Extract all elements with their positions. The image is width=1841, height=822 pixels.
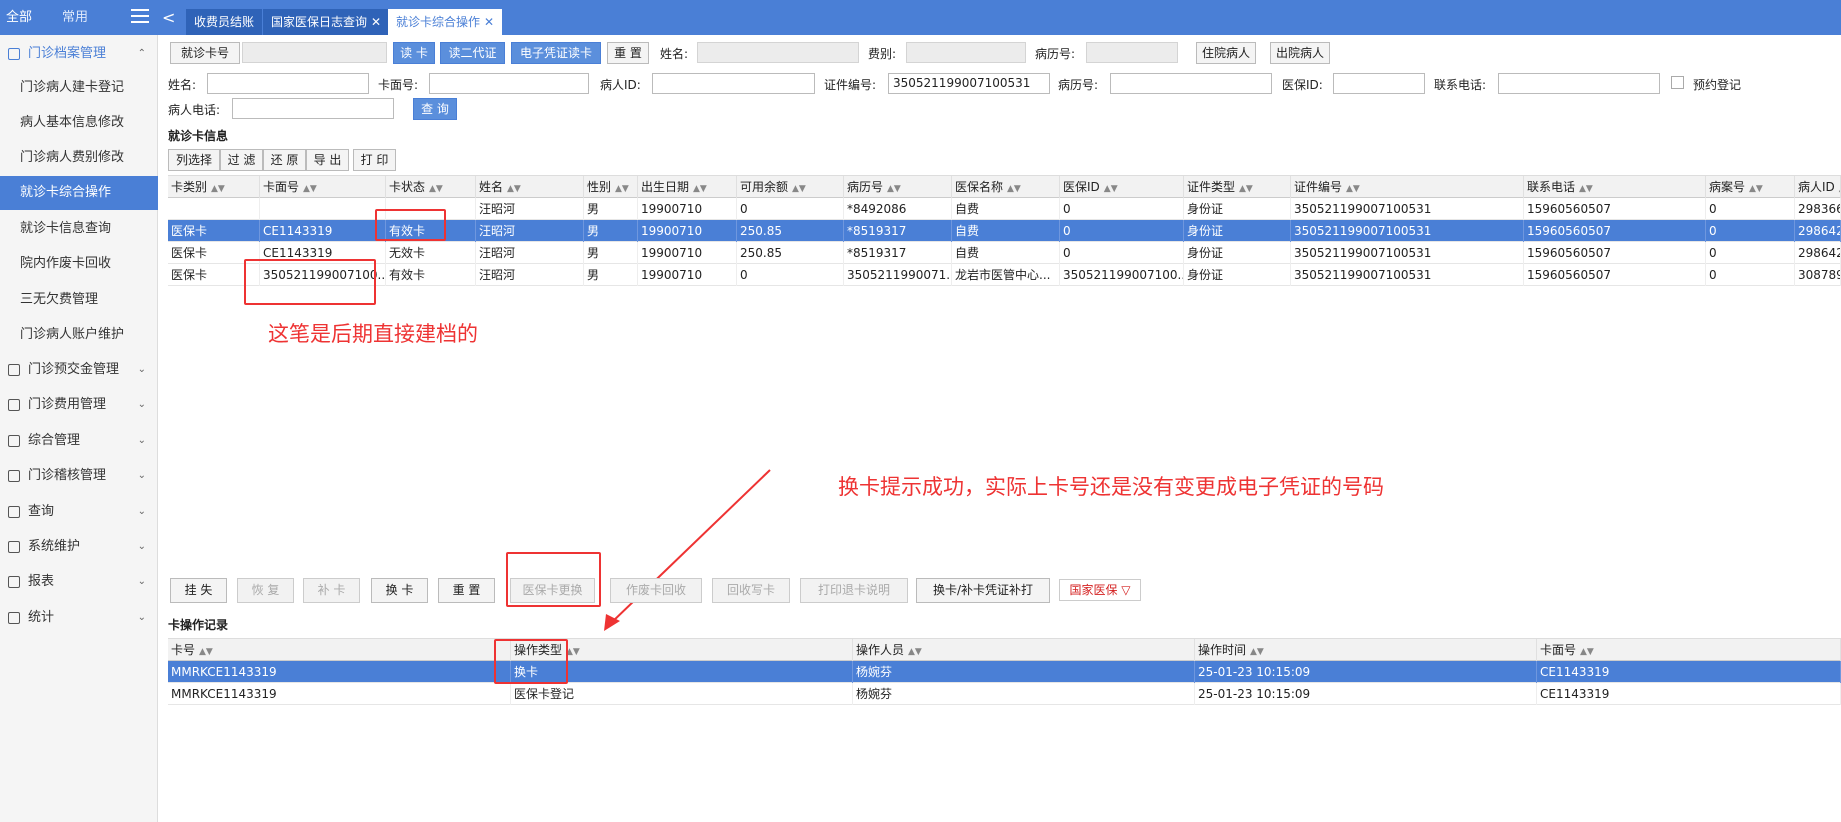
table-cell: MMRKCE1143319	[168, 661, 511, 683]
table-cell: 医保卡登记	[511, 683, 853, 705]
table-cell: CE1143319	[1537, 683, 1841, 705]
column-header[interactable]: 卡号 ▲▼	[168, 639, 511, 661]
action-button[interactable]: 重 置	[438, 578, 495, 603]
table-cell: 25-01-23 10:15:09	[1195, 661, 1537, 683]
table-cell: 25-01-23 10:15:09	[1195, 683, 1537, 705]
sort-icon[interactable]: ▲▼	[566, 647, 580, 657]
annotation-box-op-type	[494, 639, 568, 684]
action-button: 补 卡	[303, 578, 360, 603]
action-button: 打印退卡说明	[800, 578, 908, 603]
chevron-down-icon: ▽	[1121, 583, 1131, 597]
sort-icon[interactable]: ▲▼	[908, 647, 922, 657]
table-cell: MMRKCE1143319	[168, 683, 511, 705]
action-button: 恢 复	[237, 578, 294, 603]
dropdown-label: 国家医保	[1069, 583, 1118, 597]
action-button[interactable]: 挂 失	[170, 578, 227, 603]
table-cell: 杨婉芬	[853, 683, 1195, 705]
table-cell: CE1143319	[1537, 661, 1841, 683]
table-cell: 杨婉芬	[853, 661, 1195, 683]
column-header-label: 卡号	[171, 643, 196, 657]
action-button: 回收写卡	[712, 578, 790, 603]
sort-icon[interactable]: ▲▼	[1250, 647, 1264, 657]
column-header[interactable]: 操作人员 ▲▼	[853, 639, 1195, 661]
sort-icon[interactable]: ▲▼	[199, 647, 213, 657]
table-row[interactable]: MMRKCE1143319 医保卡登记 杨婉芬 25-01-23 10:15:09 CE…	[168, 683, 1841, 705]
sort-icon[interactable]: ▲▼	[1580, 647, 1594, 657]
card-ops-title: 卡操作记录	[168, 618, 229, 632]
action-button[interactable]: 换卡/补卡凭证补打	[916, 578, 1050, 603]
app-window: 全部 常用 < 收费员结账 国家医保日志查询 ✕ 就诊卡综合操作 ✕ 门诊档案管理 ⌃…	[0, 0, 1841, 822]
column-header-label: 卡面号	[1540, 643, 1577, 657]
action-button: 作废卡回收	[610, 578, 702, 603]
column-header[interactable]: 卡面号 ▲▼	[1537, 639, 1841, 661]
column-header[interactable]: 操作时间 ▲▼	[1195, 639, 1537, 661]
table-row[interactable]: MMRKCE1143319 换卡 杨婉芬 25-01-23 10:15:09 CE114…	[168, 661, 1841, 683]
column-header-label: 操作时间	[1198, 643, 1247, 657]
column-header-label: 操作人员	[856, 643, 905, 657]
annotation-box-insurance-change	[506, 552, 601, 607]
national-insurance-dropdown[interactable]: 国家医保 ▽	[1059, 579, 1141, 601]
action-button[interactable]: 换 卡	[371, 578, 428, 603]
card-ops-table: 卡号 ▲▼ 操作类型 ▲▼ 操作人员 ▲▼ 操作时间 ▲▼ 卡面号 ▲▼ MMRKCE1143319…	[168, 638, 1841, 706]
table-header: 卡号 ▲▼ 操作类型 ▲▼ 操作人员 ▲▼ 操作时间 ▲▼ 卡面号 ▲▼	[168, 639, 1841, 661]
